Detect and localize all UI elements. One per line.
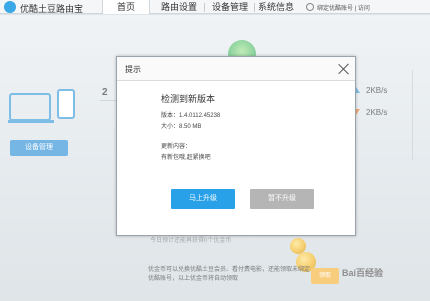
size-text: 大小：8.50 MB xyxy=(161,124,202,130)
nav-divider xyxy=(204,3,205,12)
user-icon xyxy=(306,3,314,11)
changes-title: 更新内容： xyxy=(161,144,192,150)
tab-home[interactable]: 首页 xyxy=(102,0,150,14)
app-title: 优酷土豆路由宝 xyxy=(20,4,84,14)
tab-system-info[interactable]: 系统信息 xyxy=(256,0,296,14)
bind-account-link[interactable]: 绑定优酷账号 | 访问 xyxy=(317,3,370,12)
dialog-header: 提示 xyxy=(117,57,355,81)
close-icon[interactable] xyxy=(337,62,351,76)
update-dialog: 提示 检测到新版本 版本：1.4.0112.45238 大小：8.50 MB 更… xyxy=(116,56,356,236)
upgrade-now-button[interactable]: 马上升级 xyxy=(171,189,235,209)
nav-divider xyxy=(254,3,255,12)
tab-device-management[interactable]: 设备管理 xyxy=(206,0,254,14)
router-logo-icon xyxy=(4,1,16,13)
dialog-title: 提示 xyxy=(125,65,141,74)
skip-upgrade-button[interactable]: 暂不升级 xyxy=(250,189,314,209)
changes-body: 有新包哦,赶紧换吧 xyxy=(161,155,211,161)
dialog-heading: 检测到新版本 xyxy=(161,94,216,104)
version-text: 版本：1.4.0112.45238 xyxy=(161,113,221,119)
tab-router-settings[interactable]: 路由设置 xyxy=(152,0,206,14)
top-nav-bar: 优酷土豆路由宝 首页 路由设置 设备管理 系统信息 绑定优酷账号 | 访问 xyxy=(0,0,430,14)
